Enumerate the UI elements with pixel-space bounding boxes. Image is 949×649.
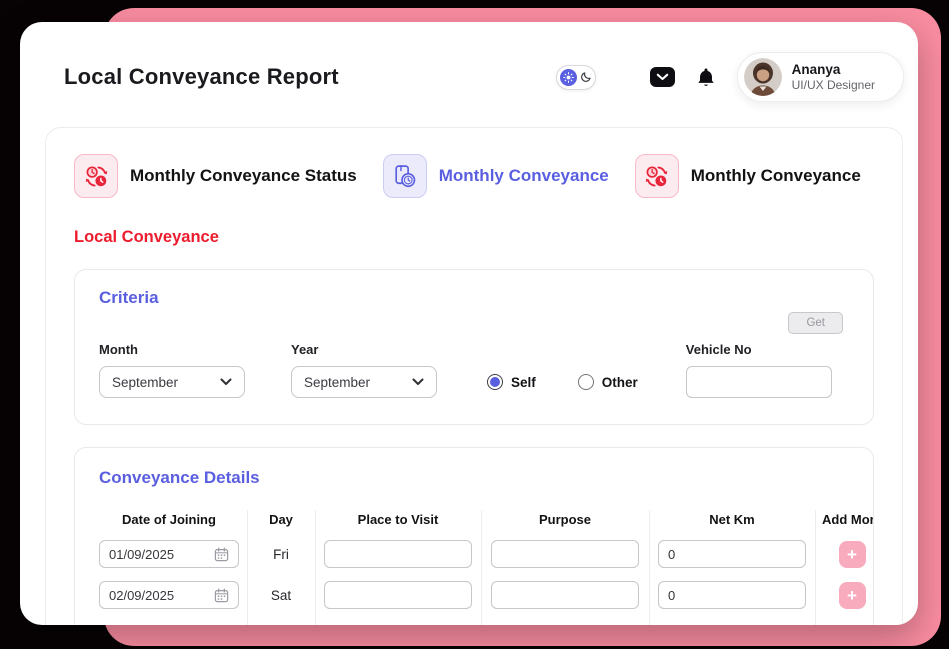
criteria-form: Month September Year September Self Othe…: [99, 342, 851, 398]
tab-monthly-conveyance[interactable]: Monthly Conveyance: [382, 154, 609, 198]
date-value: 01/09/2025: [109, 546, 175, 562]
place-to-visit-input[interactable]: [324, 540, 472, 568]
purpose-input[interactable]: [491, 540, 639, 568]
col-net-km: Net Km: [709, 512, 755, 527]
year-select[interactable]: September: [291, 366, 437, 398]
vehicle-no-input[interactable]: [685, 366, 832, 398]
page-title: Local Conveyance Report: [64, 64, 339, 89]
radio-self-dot: [487, 374, 503, 390]
column-divider: [315, 510, 316, 625]
table-row: 01/09/2025 Fri +: [91, 540, 873, 568]
document-clock-icon: [382, 154, 427, 198]
add-row-button[interactable]: +: [838, 540, 866, 568]
desktop-background: Local Conveyance Report Ananya UI/UX Des…: [0, 0, 949, 649]
bell-icon[interactable]: [697, 67, 715, 88]
tab-monthly-conveyance-status[interactable]: Monthly Conveyance Status: [74, 154, 357, 198]
tab-label: Monthly Conveyance: [690, 166, 861, 185]
user-profile[interactable]: Ananya UI/UX Designer: [736, 52, 904, 102]
month-select[interactable]: September: [99, 366, 245, 398]
chevron-down-icon: [220, 378, 232, 386]
user-info: Ananya UI/UX Designer: [792, 62, 875, 92]
user-name: Ananya: [791, 62, 841, 77]
local-conveyance-link[interactable]: Local Conveyance: [74, 228, 874, 247]
table-row: 02/09/2025 Sat +: [91, 581, 873, 609]
col-day: Day: [269, 512, 293, 527]
radio-other-dot: [577, 374, 594, 390]
user-role: UI/UX Designer: [791, 78, 875, 92]
conveyance-sync-clock-icon: [634, 154, 679, 198]
trip-by-radios: Self Other: [487, 374, 638, 390]
calendar-icon: [214, 588, 229, 603]
month-field: Month September: [99, 342, 245, 398]
conveyance-table: Date of Joining Day Place to Visit Purpo…: [91, 510, 873, 625]
tab-monthly-conveyance-2[interactable]: Monthly Conveyance: [634, 154, 861, 198]
date-value: 02/09/2025: [109, 587, 175, 603]
col-purpose: Purpose: [538, 512, 591, 527]
header: Local Conveyance Report Ananya UI/UX Des…: [20, 22, 918, 102]
theme-toggle[interactable]: [555, 64, 596, 90]
radio-other-label: Other: [601, 374, 638, 390]
sun-icon: [559, 68, 577, 86]
app-window: Local Conveyance Report Ananya UI/UX Des…: [20, 22, 918, 625]
vehicle-field: Vehicle No: [685, 342, 832, 398]
radio-self[interactable]: Self: [487, 374, 536, 390]
radio-self-label: Self: [511, 374, 536, 390]
table-header: Date of Joining Day Place to Visit Purpo…: [91, 512, 873, 527]
calendar-icon: [214, 547, 229, 562]
mail-icon[interactable]: [649, 67, 675, 87]
criteria-heading: Criteria: [99, 288, 159, 307]
vehicle-no-label: Vehicle No: [685, 342, 752, 357]
conveyance-sync-clock-icon: [74, 154, 118, 198]
report-container: Monthly Conveyance Status Monthly Convey…: [45, 127, 903, 625]
place-to-visit-input[interactable]: [324, 581, 472, 609]
header-actions: Ananya UI/UX Designer: [555, 52, 904, 102]
col-add-more: Add More: [822, 512, 873, 527]
month-value: September: [112, 374, 179, 390]
month-label: Month: [99, 342, 138, 357]
window-tail: [26, 128, 42, 158]
conveyance-details-panel: Conveyance Details Date of Joining Day P…: [74, 447, 874, 625]
radio-other[interactable]: Other: [577, 374, 638, 390]
add-row-button[interactable]: +: [838, 581, 866, 609]
column-divider: [481, 510, 482, 625]
avatar: [743, 58, 782, 96]
conveyance-details-heading: Conveyance Details: [99, 468, 260, 487]
report-tabs: Monthly Conveyance Status Monthly Convey…: [74, 154, 874, 198]
year-field: Year September: [291, 342, 437, 398]
day-value: Sat: [270, 587, 292, 603]
criteria-panel: Criteria Get Month September Year Septem…: [74, 269, 874, 425]
get-button[interactable]: Get: [788, 312, 843, 334]
moon-icon: [580, 71, 592, 83]
column-divider: [815, 510, 816, 625]
col-date-of-joining: Date of Joining: [122, 512, 216, 527]
year-value: September: [304, 374, 371, 390]
year-label: Year: [291, 342, 319, 357]
net-km-input[interactable]: [658, 540, 806, 568]
chevron-down-icon: [412, 378, 424, 386]
date-input[interactable]: 01/09/2025: [99, 540, 239, 568]
date-input[interactable]: 02/09/2025: [99, 581, 239, 609]
tab-label: Monthly Conveyance: [438, 166, 609, 185]
column-divider: [247, 510, 248, 625]
purpose-input[interactable]: [491, 581, 639, 609]
col-place-to-visit: Place to Visit: [357, 512, 439, 527]
get-row: Get: [99, 312, 851, 334]
tab-label: Monthly Conveyance Status: [130, 166, 357, 185]
column-divider: [649, 510, 650, 625]
day-value: Fri: [273, 546, 289, 562]
net-km-input[interactable]: [658, 581, 806, 609]
